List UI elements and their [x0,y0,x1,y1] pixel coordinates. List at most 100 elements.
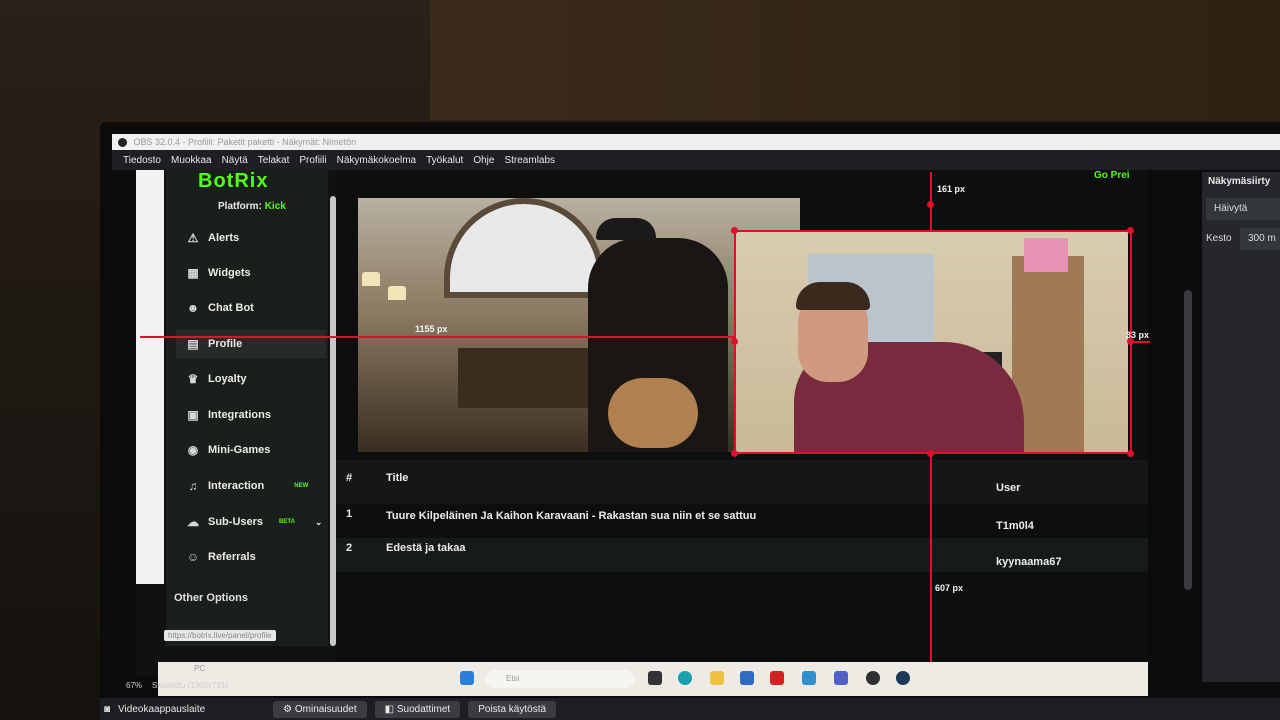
steam-icon[interactable] [896,671,910,685]
row-number: 1 [346,508,353,520]
col-number: # [346,472,353,484]
resize-handle[interactable] [731,227,738,234]
nav-mini-games[interactable]: ◉ Mini-Games [176,436,326,464]
teams-icon[interactable] [834,671,848,685]
duration-label: Kesto [1206,233,1232,244]
deactivate-button[interactable]: Poista käytöstä [468,700,557,718]
platform-value: Kick [264,201,286,212]
go-premium-link[interactable]: Go Prei [1094,170,1130,181]
distance-label-left: 1155 px [415,324,448,334]
resize-handle[interactable] [1127,450,1134,457]
guide-line-left [140,336,734,338]
filters-label: Suodattimet [396,703,451,715]
col-title: Title [386,472,409,484]
photo-stage: OBS 32.0.4 - Profiili: Paketit paketti -… [0,0,1280,720]
obs-window-title: OBS 32.0.4 - Profiili: Paketit paketti -… [133,137,357,147]
alert-icon: ⚠ [187,231,199,245]
selected-source: ◙ Videokaappauslaite [104,704,205,715]
gamepad-icon: ◉ [187,443,199,457]
menu-docks[interactable]: Telakat [253,155,295,166]
users-icon: ☁ [187,515,199,529]
resize-handle[interactable] [731,450,738,457]
zoom-level[interactable]: 67% [126,681,142,690]
resize-handle[interactable] [1127,227,1134,234]
store-icon[interactable] [740,671,754,685]
menu-view[interactable]: Näytä [217,155,253,166]
new-badge: NEW [294,483,309,489]
nav-integrations[interactable]: ▣ Integrations [176,401,326,429]
source-name: Videokaappauslaite [118,703,206,715]
table-header: # Title User [336,460,1148,504]
botrix-logo[interactable]: BotRix [198,170,268,193]
col-user: User [996,482,1021,494]
menu-edit[interactable]: Muokkaa [166,155,217,166]
nav-label: Loyalty [208,373,247,385]
nav-loyalty[interactable]: ♛ Loyalty [176,365,326,393]
browser-left-strip [136,170,164,584]
platform-label: Platform: [218,201,262,212]
guide-line-top [930,172,932,230]
nav-referrals[interactable]: ☺ Referrals [176,543,326,571]
menu-profile[interactable]: Profiili [294,155,331,166]
nav-chat-bot[interactable]: ☻ Chat Bot [176,294,326,322]
chevron-down-icon[interactable]: ⌄ [315,517,323,528]
preview-scrollbar[interactable] [1184,290,1192,590]
obs-taskbar-icon[interactable] [866,671,880,685]
app-box-icon[interactable] [802,671,816,685]
properties-label: Ominaisuudet [294,703,357,715]
nav-profile[interactable]: ▤ Profile [176,330,326,358]
integrations-icon: ▣ [187,408,199,422]
captured-windows-taskbar: PC Etsi [158,662,1148,696]
obs-preview-status: 67% Skaalattu (1300x731) [100,674,280,696]
duration-input[interactable]: 300 m [1240,228,1280,250]
nav-interaction[interactable]: ♫ Interaction NEW [176,472,326,500]
other-options-heading[interactable]: Other Options [174,592,248,604]
guitar [608,378,698,448]
nav-label: Sub-Users [208,516,264,528]
folder-icon[interactable] [710,671,724,685]
row-user: kyynaama67 [996,556,1062,568]
hat [596,218,656,240]
nav-alerts[interactable]: ⚠ Alerts [176,224,326,252]
obs-menu-bar: Tiedosto Muokkaa Näytä Telakat Profiili … [112,150,1280,170]
guide-line-right [1132,341,1150,343]
transition-select[interactable]: Häivytä [1206,198,1280,220]
row-user: T1m0l4 [996,520,1034,532]
menu-file[interactable]: Tiedosto [118,155,166,166]
taskbar-search[interactable]: Etsi [486,670,634,688]
row-title: Edestä ja takaa [386,542,466,554]
source-selection-box[interactable] [734,230,1132,454]
scaled-resolution[interactable]: Skaalattu (1300x731) [152,681,228,690]
background-wall [430,0,1280,120]
distance-label-top: 161 px [937,184,966,194]
nav-widgets[interactable]: ▦ Widgets [176,259,326,287]
distance-label-right: 33 px [1126,330,1150,340]
app-l-icon[interactable] [770,671,784,685]
nav-label: Profile [208,338,243,350]
distance-label-bottom: 607 px [935,583,964,593]
nav-label: Referrals [208,551,256,563]
obs-logo-icon [118,138,127,148]
table-row[interactable]: 2 Edestä ja takaa kyynaama67 [336,538,1148,572]
guide-line-bottom [930,454,932,696]
referrals-icon: ☺ [186,550,200,564]
task-view-icon[interactable] [648,671,662,685]
nav-label: Mini-Games [208,444,271,456]
widgets-icon: ▦ [187,266,199,280]
menu-help[interactable]: Ohje [468,155,499,166]
menu-scene-collection[interactable]: Näkymäkokoelma [332,155,421,166]
properties-button[interactable]: ⚙ Ominaisuudet [273,700,367,718]
menu-streamlabs[interactable]: Streamlabs [499,155,560,166]
row-number: 2 [346,542,353,554]
nav-label: Integrations [208,409,271,421]
music-icon: ♫ [188,479,198,493]
resize-handle[interactable] [731,338,738,345]
nav-sub-users[interactable]: ☁ Sub-Users BETA ⌄ [176,508,326,536]
bot-icon: ☻ [186,301,200,315]
start-icon[interactable] [460,671,474,685]
table-row[interactable]: 1 Tuure Kilpeläinen Ja Kaihon Karavaani … [336,504,1148,538]
filters-button[interactable]: ◧ Suodattimet [374,700,461,718]
beta-badge: BETA [279,519,295,525]
edge-icon[interactable] [678,671,692,685]
menu-tools[interactable]: Työkalut [421,155,468,166]
